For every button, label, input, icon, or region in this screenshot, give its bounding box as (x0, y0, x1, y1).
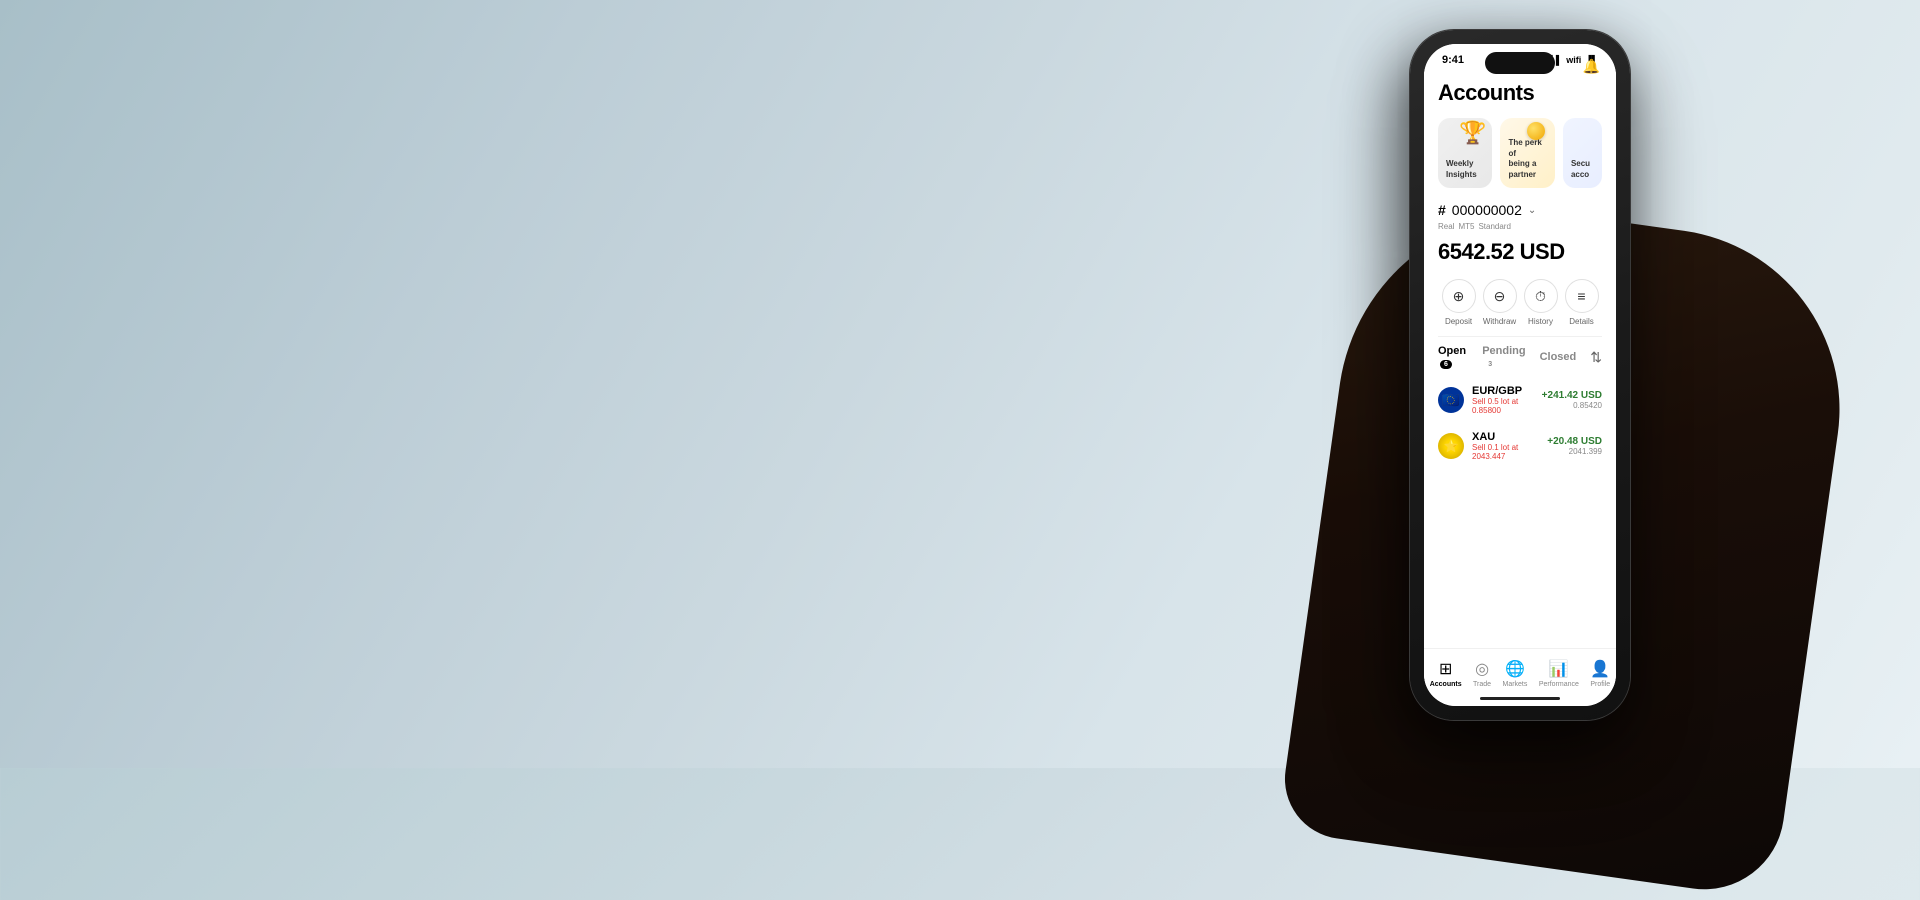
nav-performance[interactable]: 📊 Performance (1539, 659, 1579, 688)
nav-markets[interactable]: 🌐 Markets (1502, 659, 1527, 688)
markets-nav-icon: 🌐 (1505, 659, 1525, 679)
account-selector[interactable]: # 000000002 ⌄ (1424, 196, 1616, 220)
deposit-button[interactable]: ⊕ Deposit (1442, 279, 1476, 326)
balance-section: 6542.52 USD (1424, 235, 1616, 275)
trade-row-xau[interactable]: ⭐ XAU Sell 0.1 lot at 2043.447 +20.48 US… (1424, 423, 1616, 469)
tab-pending-badge: 3 (1484, 360, 1496, 369)
details-label: Details (1569, 317, 1593, 326)
trade-pnl-xau: +20.48 USD 2041.399 (1547, 436, 1602, 456)
account-tag-real: Real (1438, 222, 1454, 231)
dynamic-island (1485, 52, 1555, 74)
history-icon: ⏱ (1524, 279, 1558, 313)
account-number: 000000002 (1452, 202, 1522, 218)
bottom-nav: ⊞ Accounts ◎ Trade 🌐 Markets 📊 Performan… (1424, 648, 1616, 698)
promo-card-secure[interactable]: Secuacco (1563, 118, 1602, 188)
account-chevron-icon: ⌄ (1528, 205, 1536, 216)
perk-partner-label: The perk ofbeing a partner (1508, 138, 1546, 180)
page-header: Accounts (1424, 72, 1616, 112)
account-hash: # (1438, 202, 1446, 218)
trade-pnl-value-xau: +20.48 USD (1547, 436, 1602, 447)
weekly-insights-label: WeeklyInsights (1446, 159, 1484, 180)
screen-body: Accounts 🏆 WeeklyInsights The perk ofbei… (1424, 72, 1616, 698)
nav-accounts[interactable]: ⊞ Accounts (1430, 659, 1462, 688)
wifi-icon: wifi (1566, 55, 1581, 65)
accounts-nav-label: Accounts (1430, 681, 1462, 688)
trade-price-eurgbp: 0.85420 (1542, 401, 1602, 410)
account-tags: Real MT5 Standard (1424, 220, 1616, 235)
deposit-label: Deposit (1445, 317, 1472, 326)
balance-amount: 6542.52 USD (1438, 239, 1565, 264)
tab-open-badge: 6 (1440, 360, 1452, 369)
history-button[interactable]: ⏱ History (1524, 279, 1558, 326)
status-time: 9:41 (1442, 54, 1464, 66)
withdraw-label: Withdraw (1483, 317, 1516, 326)
profile-nav-icon: 👤 (1590, 659, 1610, 679)
promo-card-weekly-insights[interactable]: 🏆 WeeklyInsights (1438, 118, 1492, 188)
markets-nav-label: Markets (1502, 681, 1527, 688)
phone-screen: 9:41 ▌▌▌ wifi ▐▌ 🔔 Accounts 🏆 WeeklyInsi… (1424, 44, 1616, 706)
trade-price-xau: 2041.399 (1547, 447, 1602, 456)
coin-icon (1527, 122, 1545, 140)
tab-pending-label: Pending (1482, 345, 1525, 357)
trade-info-eurgbp: EUR/GBP Sell 0.5 lot at 0.85800 (1472, 385, 1534, 415)
trade-nav-icon: ◎ (1475, 659, 1489, 679)
flag-xau: ⭐ (1438, 433, 1464, 459)
page-title: Accounts (1438, 80, 1602, 106)
trade-detail-xau: Sell 0.1 lot at 2043.447 (1472, 443, 1539, 461)
trade-pair-xau: XAU (1472, 431, 1539, 443)
promo-cards-row: 🏆 WeeklyInsights The perk ofbeing a part… (1424, 112, 1616, 196)
tab-closed-label: Closed (1540, 351, 1577, 363)
performance-nav-label: Performance (1539, 681, 1579, 688)
trade-pnl-value-eurgbp: +241.42 USD (1542, 390, 1602, 401)
tab-pending[interactable]: Pending 3 (1482, 345, 1525, 369)
deposit-icon: ⊕ (1442, 279, 1476, 313)
profile-nav-label: Profile (1590, 681, 1610, 688)
flag-eurgbp: 🇪🇺 (1438, 387, 1464, 413)
secure-label: Secuacco (1571, 159, 1594, 180)
trade-list: 🇪🇺 EUR/GBP Sell 0.5 lot at 0.85800 +241.… (1424, 373, 1616, 473)
notification-bell[interactable]: 🔔 (1583, 58, 1600, 75)
sort-icon[interactable]: ⇅ (1590, 349, 1602, 366)
phone-frame: 9:41 ▌▌▌ wifi ▐▌ 🔔 Accounts 🏆 WeeklyInsi… (1410, 30, 1630, 720)
trophy-icon: 🏆 (1459, 120, 1486, 146)
history-label: History (1528, 317, 1553, 326)
trade-pair-eurgbp: EUR/GBP (1472, 385, 1534, 397)
action-buttons: ⊕ Deposit ⊖ Withdraw ⏱ History ≡ Details (1424, 275, 1616, 336)
tabs-bar: Open 6 Pending 3 Closed ⇅ (1424, 337, 1616, 373)
nav-profile[interactable]: 👤 Profile (1590, 659, 1610, 688)
account-tag-mt5: MT5 (1458, 222, 1474, 231)
trade-row-eurgbp[interactable]: 🇪🇺 EUR/GBP Sell 0.5 lot at 0.85800 +241.… (1424, 377, 1616, 423)
account-tag-standard: Standard (1478, 222, 1510, 231)
tab-closed[interactable]: Closed (1540, 351, 1577, 363)
details-icon: ≡ (1565, 279, 1599, 313)
accounts-nav-icon: ⊞ (1439, 659, 1452, 679)
trade-info-xau: XAU Sell 0.1 lot at 2043.447 (1472, 431, 1539, 461)
tab-open[interactable]: Open 6 (1438, 345, 1468, 369)
promo-card-perk-partner[interactable]: The perk ofbeing a partner (1500, 118, 1554, 188)
tab-open-label: Open (1438, 345, 1466, 357)
trade-detail-eurgbp: Sell 0.5 lot at 0.85800 (1472, 397, 1534, 415)
home-indicator (1480, 697, 1560, 700)
performance-nav-icon: 📊 (1549, 659, 1569, 679)
details-button[interactable]: ≡ Details (1565, 279, 1599, 326)
nav-trade[interactable]: ◎ Trade (1473, 659, 1491, 688)
withdraw-button[interactable]: ⊖ Withdraw (1483, 279, 1517, 326)
trade-pnl-eurgbp: +241.42 USD 0.85420 (1542, 390, 1602, 410)
trade-nav-label: Trade (1473, 681, 1491, 688)
withdraw-icon: ⊖ (1483, 279, 1517, 313)
